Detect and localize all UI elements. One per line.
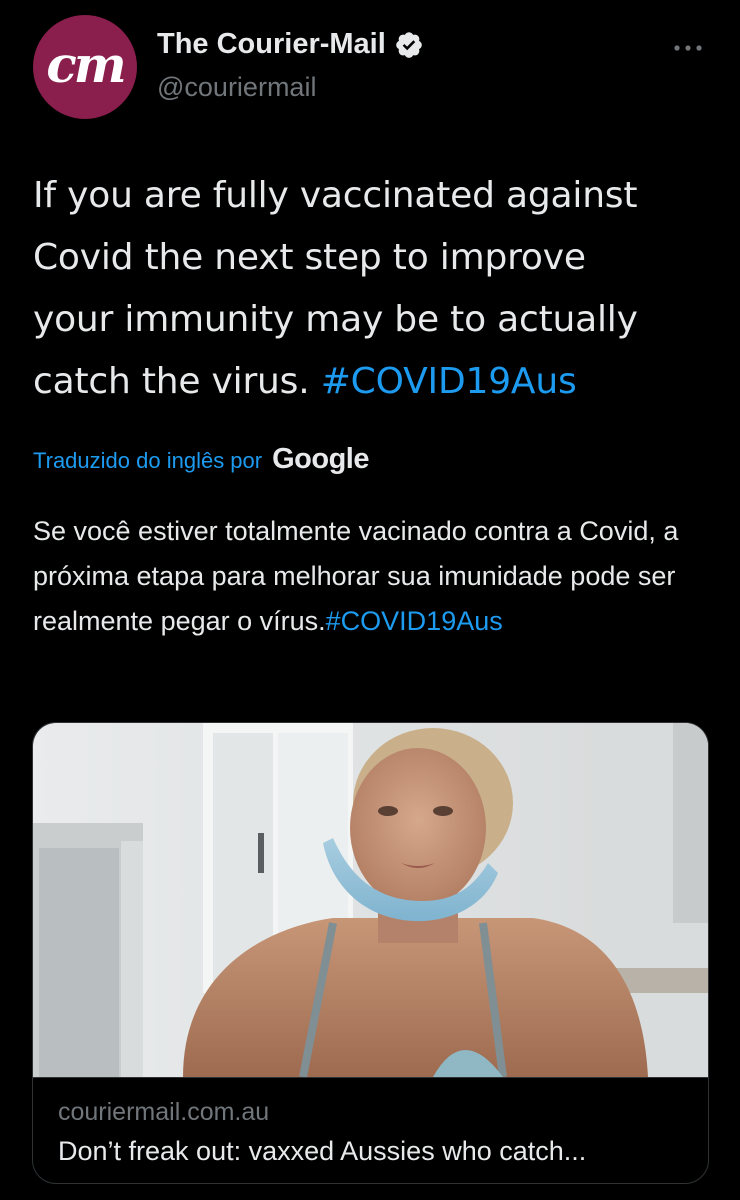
card-meta: couriermail.com.au Don’t freak out: vaxx… [33,1077,708,1183]
link-card[interactable]: couriermail.com.au Don’t freak out: vaxx… [32,722,709,1184]
translated-hashtag-link[interactable]: #COVID19Aus [326,606,503,636]
more-options-icon[interactable] [670,30,706,66]
tweet-text-line: catch the virus. #COVID19Aus [33,351,713,413]
tweet[interactable]: cm The Courier-Mail @couriermail If you … [0,0,740,1200]
card-title[interactable]: Don’t freak out: vaxxed Aussies who catc… [58,1136,688,1167]
avatar[interactable]: cm [33,15,137,119]
card-domain: couriermail.com.au [58,1098,270,1126]
google-logo: Google [272,443,369,475]
author-name-row: The Courier-Mail [157,28,424,61]
tweet-text-segment: catch the virus. [33,361,321,402]
translated-text: Se você estiver totalmente vacinado cont… [33,509,693,644]
hashtag-link[interactable]: #COVID19Aus [321,361,577,402]
handle[interactable]: @couriermail [157,72,316,103]
verified-badge-icon [394,30,424,60]
display-name[interactable]: The Courier-Mail [157,28,386,61]
translated-by-label[interactable]: Traduzido do inglês por [33,448,262,474]
courier-mail-logo: cm [46,35,126,94]
tweet-text-line: Covid the next step to improve [33,237,586,278]
tweet-text-line: your immunity may be to actually [33,299,638,340]
tweet-text-line: If you are fully vaccinated against [33,175,638,216]
card-photo [33,723,708,1077]
translation-attribution: Traduzido do inglês por Google [33,443,369,476]
tweet-text: If you are fully vaccinated against Covi… [33,165,713,413]
